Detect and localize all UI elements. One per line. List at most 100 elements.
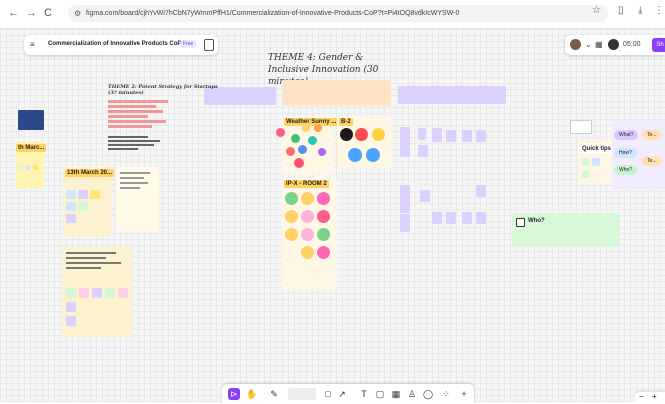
more-tools-icon[interactable]: ⁘: [440, 388, 452, 400]
marker-tool-icon[interactable]: [288, 388, 316, 400]
sticky-note[interactable]: [66, 202, 76, 211]
sticky-note[interactable]: [476, 185, 486, 197]
timer-icon[interactable]: [608, 39, 619, 50]
sticky-note[interactable]: [19, 165, 24, 170]
circle-sticker[interactable]: [294, 158, 304, 168]
what-tag[interactable]: What?: [614, 130, 639, 140]
sticky-note[interactable]: [400, 214, 410, 232]
circle-sticker[interactable]: [301, 210, 314, 223]
sticky-note[interactable]: [476, 130, 486, 142]
circle-sticker[interactable]: [317, 246, 330, 259]
table-tool-icon[interactable]: ▦: [390, 388, 402, 400]
image-card[interactable]: [18, 110, 44, 130]
circle-sticker[interactable]: [285, 192, 298, 205]
back-icon[interactable]: ←: [8, 6, 19, 20]
sticky-note[interactable]: [400, 127, 410, 157]
pen-tool-icon[interactable]: ✎: [268, 388, 280, 400]
circle-sticker[interactable]: [301, 246, 314, 259]
who-widget[interactable]: Who?: [512, 213, 620, 247]
extension-icon[interactable]: ▯: [618, 5, 624, 16]
circle-sticker[interactable]: [301, 228, 314, 241]
sticky-note[interactable]: [418, 128, 426, 140]
address-bar[interactable]: ⚙ figma.com/board/cjhYvWi7hCbN7yWmmPffH1…: [68, 5, 608, 22]
bookmark-star-icon[interactable]: ☆: [592, 5, 601, 16]
sticky-note[interactable]: [582, 158, 590, 166]
sticky-note[interactable]: [400, 185, 410, 213]
main-menu-icon[interactable]: ≡: [30, 40, 35, 49]
file-name[interactable]: Commercialization of Innovative Products…: [48, 41, 181, 47]
sticky-note[interactable]: [118, 288, 128, 298]
sticky-note[interactable]: [66, 288, 76, 298]
circle-sticker[interactable]: [348, 148, 362, 162]
circle-sticker[interactable]: [317, 210, 330, 223]
panel-toggle-icon[interactable]: [204, 39, 214, 51]
circle-sticker[interactable]: [285, 210, 298, 223]
grid-icon[interactable]: ▦: [595, 40, 603, 49]
circle-sticker[interactable]: [302, 124, 310, 132]
sticky-note[interactable]: [418, 145, 428, 157]
circle-sticker[interactable]: [276, 128, 285, 137]
sticky-note[interactable]: [582, 170, 590, 178]
sticky-note[interactable]: [79, 288, 89, 298]
how-tag[interactable]: How?: [614, 148, 637, 158]
comment-tool-icon[interactable]: ◯: [422, 388, 434, 400]
circle-sticker[interactable]: [355, 128, 368, 141]
image-card[interactable]: [570, 120, 592, 134]
circle-sticker[interactable]: [317, 192, 330, 205]
sticky-note[interactable]: [66, 316, 76, 326]
sticky-note[interactable]: [33, 165, 38, 170]
circle-sticker[interactable]: [291, 134, 300, 143]
sticky-note[interactable]: [90, 190, 100, 199]
sticky-note[interactable]: [78, 202, 88, 211]
move-tool-icon[interactable]: ⊳: [228, 388, 240, 400]
circle-sticker[interactable]: [286, 147, 295, 156]
te-tag[interactable]: Te...: [642, 156, 662, 166]
sticky-note[interactable]: [432, 128, 442, 142]
download-icon[interactable]: ⤓: [638, 5, 642, 16]
circle-sticker[interactable]: [318, 148, 326, 156]
circle-sticker[interactable]: [285, 228, 298, 241]
text-tool-icon[interactable]: T: [358, 388, 370, 400]
share-button[interactable]: Sh: [652, 38, 665, 52]
sticky-note[interactable]: [92, 288, 102, 298]
sticky-note[interactable]: [398, 86, 506, 104]
circle-sticker[interactable]: [372, 128, 385, 141]
sticky-note[interactable]: [26, 165, 31, 170]
circle-sticker[interactable]: [366, 148, 380, 162]
forward-icon[interactable]: →: [26, 6, 37, 20]
sticky-note[interactable]: [446, 130, 456, 142]
avatar[interactable]: [570, 39, 581, 50]
circle-sticker[interactable]: [317, 228, 330, 241]
sticky-note[interactable]: [66, 302, 76, 312]
circle-sticker[interactable]: [301, 192, 314, 205]
zoom-in-icon[interactable]: +: [652, 392, 657, 401]
sticky-note[interactable]: [420, 190, 430, 202]
sticky-note[interactable]: [446, 212, 456, 224]
sticky-note[interactable]: [283, 80, 391, 106]
sticky-note[interactable]: [592, 158, 600, 166]
circle-sticker[interactable]: [340, 128, 353, 141]
hand-tool-icon[interactable]: ✋: [246, 388, 258, 400]
sticky-note[interactable]: [66, 190, 76, 199]
sticky-note[interactable]: [476, 212, 486, 224]
shape-tool-icon[interactable]: □: [322, 388, 334, 400]
connector-tool-icon[interactable]: ↗: [336, 388, 348, 400]
sticky-note[interactable]: [105, 288, 115, 298]
zoom-out-icon[interactable]: −: [639, 392, 644, 401]
sticky-note[interactable]: [66, 214, 76, 223]
stamp-tool-icon[interactable]: ♙: [406, 388, 418, 400]
add-tool-icon[interactable]: +: [458, 388, 470, 400]
circle-sticker[interactable]: [308, 136, 317, 145]
reload-icon[interactable]: C: [44, 6, 52, 20]
menu-dots-icon[interactable]: ⋮: [654, 5, 664, 16]
sticky-tool-icon[interactable]: ▢: [374, 388, 386, 400]
te-tag[interactable]: Te...: [642, 130, 662, 140]
sticky-note[interactable]: [432, 212, 442, 224]
site-info-icon[interactable]: ⚙: [74, 5, 81, 22]
plan-badge[interactable]: Free: [180, 40, 197, 48]
circle-sticker[interactable]: [298, 145, 307, 154]
sticky-note[interactable]: [462, 130, 472, 142]
circle-sticker[interactable]: [314, 124, 322, 132]
sticky-note[interactable]: [462, 212, 472, 224]
sticky-note[interactable]: [78, 190, 88, 199]
